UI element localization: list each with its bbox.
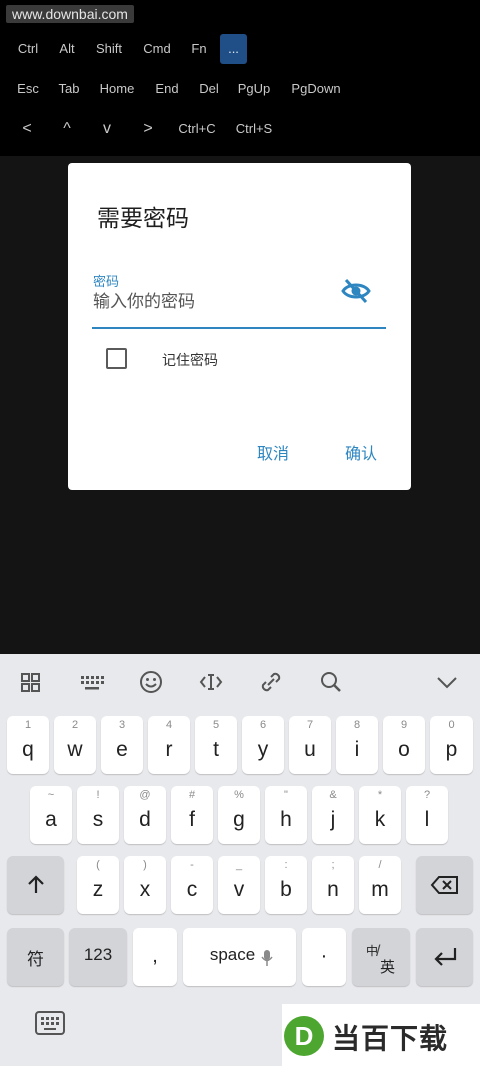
key-n[interactable]: ; n — [312, 856, 354, 914]
cancel-button[interactable]: 取消 — [257, 440, 289, 464]
key-h[interactable]: " h — [265, 786, 307, 844]
brand-name: 当百下载 — [332, 1022, 449, 1055]
extra-keys-row-2: Esc Tab Home End Del PgUp PgDown — [0, 74, 480, 104]
key-r[interactable]: 4r — [148, 716, 190, 774]
key-e[interactable]: 3e — [101, 716, 143, 774]
grid-icon[interactable] — [17, 668, 45, 696]
key-fn[interactable]: Fn — [189, 34, 209, 64]
watermark: www.downbai.com — [6, 5, 134, 23]
brand-logo: D — [284, 1016, 324, 1056]
key-g[interactable]: % g — [218, 786, 260, 844]
key-d[interactable]: @ d — [124, 786, 166, 844]
backspace-key[interactable] — [416, 856, 473, 914]
key-pgup[interactable]: PgUp — [236, 74, 272, 104]
chevron-down-icon[interactable] — [433, 668, 461, 696]
key-i[interactable]: 8i — [336, 716, 378, 774]
space-key[interactable]: space — [183, 928, 296, 986]
key-cmd[interactable]: Cmd — [142, 34, 172, 64]
key-alt[interactable]: Alt — [56, 34, 78, 64]
brand-watermark: D 当百下载 — [282, 1004, 480, 1066]
key-arrow-down[interactable]: v — [99, 114, 115, 144]
enter-icon — [434, 948, 457, 966]
keyboard-switch-icon[interactable] — [34, 1010, 66, 1036]
key-ctrl[interactable]: Ctrl — [16, 34, 40, 64]
key-l[interactable]: ? l — [406, 786, 448, 844]
cursor-icon[interactable] — [197, 668, 225, 696]
extra-keys-row-1: Ctrl Alt Shift Cmd Fn ... — [0, 34, 480, 64]
remember-label[interactable]: 记住密码 — [162, 350, 218, 370]
key-ctrl-s[interactable]: Ctrl+S — [233, 114, 275, 144]
extra-keys-row-3: < ^ v > Ctrl+C Ctrl+S — [0, 114, 480, 144]
symbols-key[interactable]: 符 — [7, 928, 64, 986]
password-input[interactable] — [93, 289, 333, 315]
language-switch-key[interactable]: 中 / 英 — [352, 928, 410, 986]
key-q[interactable]: 1q — [7, 716, 49, 774]
shift-key[interactable] — [7, 856, 64, 914]
key-home[interactable]: Home — [98, 74, 136, 104]
key-x[interactable]: ) x — [124, 856, 166, 914]
search-icon[interactable] — [317, 668, 345, 696]
key-b[interactable]: :b — [265, 856, 307, 914]
key-arrow-left[interactable]: < — [19, 114, 35, 144]
password-underline — [92, 327, 386, 329]
key-v[interactable]: _ v — [218, 856, 260, 914]
keyboard-icon[interactable] — [78, 668, 106, 696]
key-o[interactable]: 9o — [383, 716, 425, 774]
key-tab[interactable]: Tab — [57, 74, 81, 104]
key-a[interactable]: ~ a — [30, 786, 72, 844]
key-k[interactable]: * k — [359, 786, 401, 844]
key-u[interactable]: 7u — [289, 716, 331, 774]
key-s[interactable]: ! s — [77, 786, 119, 844]
key-ctrl-c[interactable]: Ctrl+C — [176, 114, 218, 144]
dialog-title: 需要密码 — [97, 205, 189, 231]
key-del[interactable]: Del — [197, 74, 221, 104]
enter-key[interactable] — [416, 928, 473, 986]
numbers-key[interactable]: 123 — [69, 928, 127, 986]
extra-keys-bar: www.downbai.com Ctrl Alt Shift Cmd Fn ..… — [0, 0, 480, 156]
clip-icon[interactable] — [257, 668, 285, 696]
key-p[interactable]: 0p — [430, 716, 473, 774]
key-z[interactable]: (z — [77, 856, 119, 914]
key-end[interactable]: End — [154, 74, 180, 104]
key-w[interactable]: 2w — [54, 716, 96, 774]
key-shift[interactable]: Shift — [93, 34, 125, 64]
microphone-icon — [261, 950, 273, 966]
key-more[interactable]: ... — [220, 34, 247, 64]
password-dialog: 需要密码 密码 记住密码 取消 确认 — [68, 163, 411, 490]
key-t[interactable]: 5t — [195, 716, 237, 774]
shift-arrow-icon — [28, 875, 44, 893]
backspace-icon — [430, 876, 458, 894]
key-pgdown[interactable]: PgDown — [289, 74, 343, 104]
key-c[interactable]: -c — [171, 856, 213, 914]
emoji-icon[interactable] — [137, 668, 165, 696]
period-key[interactable]: · — [302, 928, 346, 986]
key-esc[interactable]: Esc — [16, 74, 40, 104]
password-label: 密码 — [93, 274, 120, 289]
key-arrow-up[interactable]: ^ — [59, 114, 75, 144]
key-y[interactable]: 6y — [242, 716, 284, 774]
remember-checkbox[interactable] — [106, 348, 127, 369]
confirm-button[interactable]: 确认 — [345, 440, 377, 464]
key-j[interactable]: & j — [312, 786, 354, 844]
key-arrow-right[interactable]: > — [140, 114, 156, 144]
key-f[interactable]: # f — [171, 786, 213, 844]
key-m[interactable]: / m — [359, 856, 401, 914]
visibility-off-icon[interactable] — [340, 276, 372, 306]
